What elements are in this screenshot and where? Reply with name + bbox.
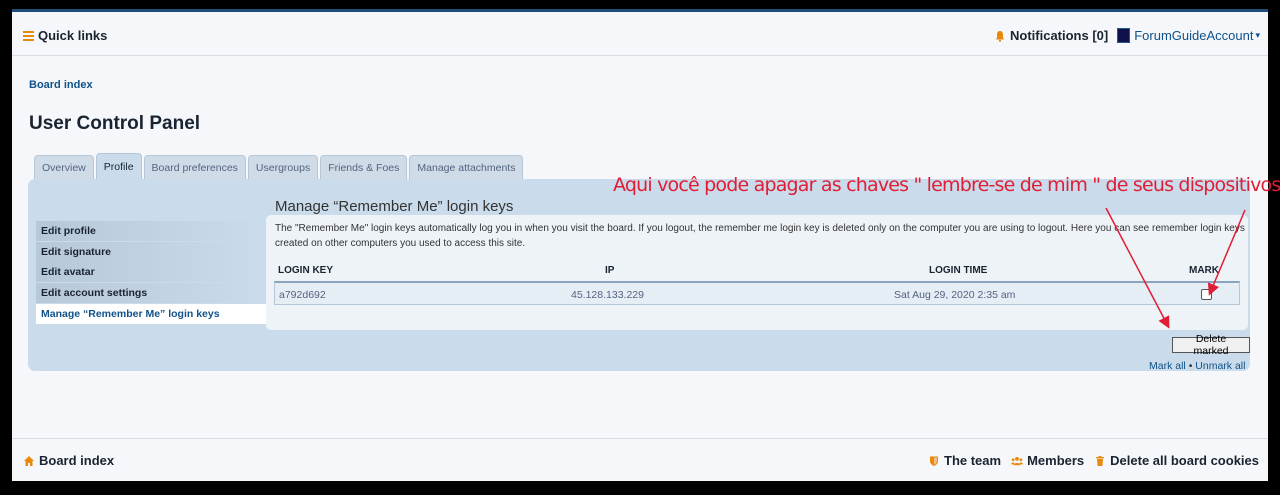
- tab-bar: Overview Profile Board preferences Userg…: [34, 153, 524, 179]
- separator: •: [1188, 360, 1193, 372]
- delete-cookies-link[interactable]: Delete all board cookies: [1094, 453, 1259, 468]
- delete-cookies-label: Delete all board cookies: [1110, 453, 1259, 468]
- footer-board-index-link[interactable]: Board index: [23, 453, 114, 468]
- section-title: Manage “Remember Me” login keys: [275, 198, 514, 215]
- quick-links-button[interactable]: Quick links: [23, 28, 107, 43]
- ucp-panel: Edit profile Edit signature Edit avatar …: [28, 179, 1250, 372]
- mark-checkbox[interactable]: [1201, 289, 1212, 300]
- column-header-login-time: LOGIN TIME: [929, 265, 988, 276]
- column-header-mark: MARK: [1189, 265, 1219, 276]
- login-key-cell: a792d692: [279, 289, 326, 301]
- notifications-label: Notifications [0]: [1010, 28, 1109, 43]
- tab-profile[interactable]: Profile: [95, 153, 142, 179]
- top-navbar: Quick links Notifications [0] ForumGuide…: [12, 9, 1268, 56]
- tab-usergroups[interactable]: Usergroups: [247, 155, 319, 179]
- members-label: Members: [1027, 453, 1085, 468]
- bell-icon: [995, 30, 1005, 42]
- sidebar-item-edit-avatar[interactable]: Edit avatar: [36, 262, 266, 282]
- column-header-login-key: LOGIN KEY: [278, 265, 334, 276]
- sidebar-item-login-keys[interactable]: Manage “Remember Me” login keys: [36, 303, 266, 324]
- login-keys-box: The "Remember Me" login keys automatical…: [266, 215, 1248, 330]
- team-label: The team: [944, 453, 1002, 468]
- ucp-sidebar: Edit profile Edit signature Edit avatar …: [36, 221, 266, 324]
- tab-board-preferences[interactable]: Board preferences: [143, 155, 246, 179]
- shield-icon: [930, 456, 938, 466]
- tab-overview[interactable]: Overview: [34, 155, 94, 179]
- footer-links: The team Members Delete all board cookie…: [928, 453, 1259, 468]
- chevron-down-icon[interactable]: ▾: [1255, 30, 1260, 41]
- section-description: The "Remember Me" login keys automatical…: [275, 223, 1245, 249]
- user-nav: Notifications [0] ForumGuideAccount ▾: [994, 28, 1260, 43]
- footer-navbar: Board index The team Members Delete all …: [12, 438, 1268, 481]
- username-link[interactable]: ForumGuideAccount: [1134, 28, 1253, 43]
- home-icon: [24, 455, 34, 466]
- unmark-all-link[interactable]: Unmark all: [1195, 360, 1245, 372]
- mark-links: Mark all • Unmark all: [1149, 360, 1245, 372]
- tab-friends-foes[interactable]: Friends & Foes: [320, 155, 408, 179]
- page-title: User Control Panel: [29, 113, 201, 134]
- table-row: a792d692 45.128.133.229 Sat Aug 29, 2020…: [274, 281, 1240, 305]
- tab-manage-attachments[interactable]: Manage attachments: [409, 155, 524, 179]
- members-link[interactable]: Members: [1011, 453, 1084, 468]
- notifications-link[interactable]: Notifications [0]: [994, 28, 1108, 43]
- menu-icon: [23, 30, 34, 41]
- annotation-text: Aqui você pode apagar as chaves " lembre…: [613, 174, 1280, 196]
- sidebar-item-edit-account-settings[interactable]: Edit account settings: [36, 282, 266, 303]
- users-icon: [1011, 456, 1024, 465]
- sidebar-item-edit-profile[interactable]: Edit profile: [36, 221, 266, 241]
- mark-all-link[interactable]: Mark all: [1149, 360, 1186, 372]
- delete-marked-button[interactable]: Delete marked: [1172, 333, 1250, 357]
- team-link[interactable]: The team: [928, 453, 1001, 468]
- sidebar-item-edit-signature[interactable]: Edit signature: [36, 241, 266, 262]
- forum-window: Quick links Notifications [0] ForumGuide…: [12, 9, 1268, 481]
- footer-board-index-label: Board index: [39, 453, 115, 468]
- trash-icon: [1096, 455, 1105, 466]
- ip-cell: 45.128.133.229: [571, 289, 644, 301]
- avatar[interactable]: [1117, 28, 1131, 43]
- login-time-cell: Sat Aug 29, 2020 2:35 am: [894, 289, 1016, 301]
- column-header-ip: IP: [605, 265, 615, 276]
- quick-links-label: Quick links: [38, 28, 108, 43]
- breadcrumb[interactable]: Board index: [29, 79, 93, 91]
